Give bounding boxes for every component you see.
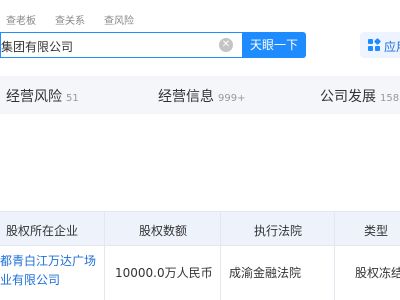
- tab-count: 51: [66, 93, 79, 104]
- nav-link-risk[interactable]: 查风险: [104, 12, 134, 27]
- top-nav: 查老板 查关系 查风险: [0, 0, 400, 30]
- column-header-type: 类型: [364, 224, 389, 238]
- app-button[interactable]: 应用: [360, 32, 400, 58]
- nav-link-relation[interactable]: 查关系: [55, 12, 85, 27]
- search-input[interactable]: 集团有限公司: [1, 38, 73, 55]
- tab-label: 公司发展: [320, 89, 376, 105]
- tab-operation-info[interactable]: 经营信息 999+: [158, 86, 245, 106]
- column-header-company: 股权所在企业: [6, 224, 79, 238]
- table-header: 股权所在企业 股权数额 执行法院 类型: [0, 211, 400, 245]
- tab-label: 经营信息: [158, 89, 214, 105]
- grid-icon: [368, 37, 382, 51]
- company-name-line: 都青白江万达广场: [0, 254, 97, 268]
- company-link[interactable]: 都青白江万达广场 业有限公司: [0, 252, 104, 290]
- tab-count: 158: [380, 93, 400, 104]
- equity-amount: 10000.0万人民币: [115, 266, 213, 280]
- nav-link-boss[interactable]: 查老板: [6, 12, 36, 27]
- clear-icon[interactable]: ✕: [219, 38, 233, 52]
- search-button[interactable]: 天眼一下: [242, 32, 306, 58]
- search-box[interactable]: 集团有限公司 ✕: [0, 32, 242, 58]
- tab-label: 经营风险: [6, 89, 62, 105]
- company-name-line: 业有限公司: [0, 273, 61, 287]
- column-header-court: 执行法院: [254, 224, 303, 238]
- app-label: 应用: [384, 40, 400, 54]
- tab-count: 999+: [218, 93, 246, 104]
- court-name: 成渝金融法院: [229, 266, 302, 280]
- tab-risk[interactable]: 经营风险 51: [6, 86, 79, 106]
- column-header-amount: 股权数额: [139, 224, 188, 238]
- table-row: 都青白江万达广场 业有限公司 10000.0万人民币 成渝金融法院 股权冻结: [0, 245, 400, 300]
- tab-company-development[interactable]: 公司发展 158: [320, 86, 399, 106]
- tab-bar: 经营风险 51 经营信息 999+ 公司发展 158: [0, 76, 400, 114]
- type-value: 股权冻结: [355, 266, 400, 280]
